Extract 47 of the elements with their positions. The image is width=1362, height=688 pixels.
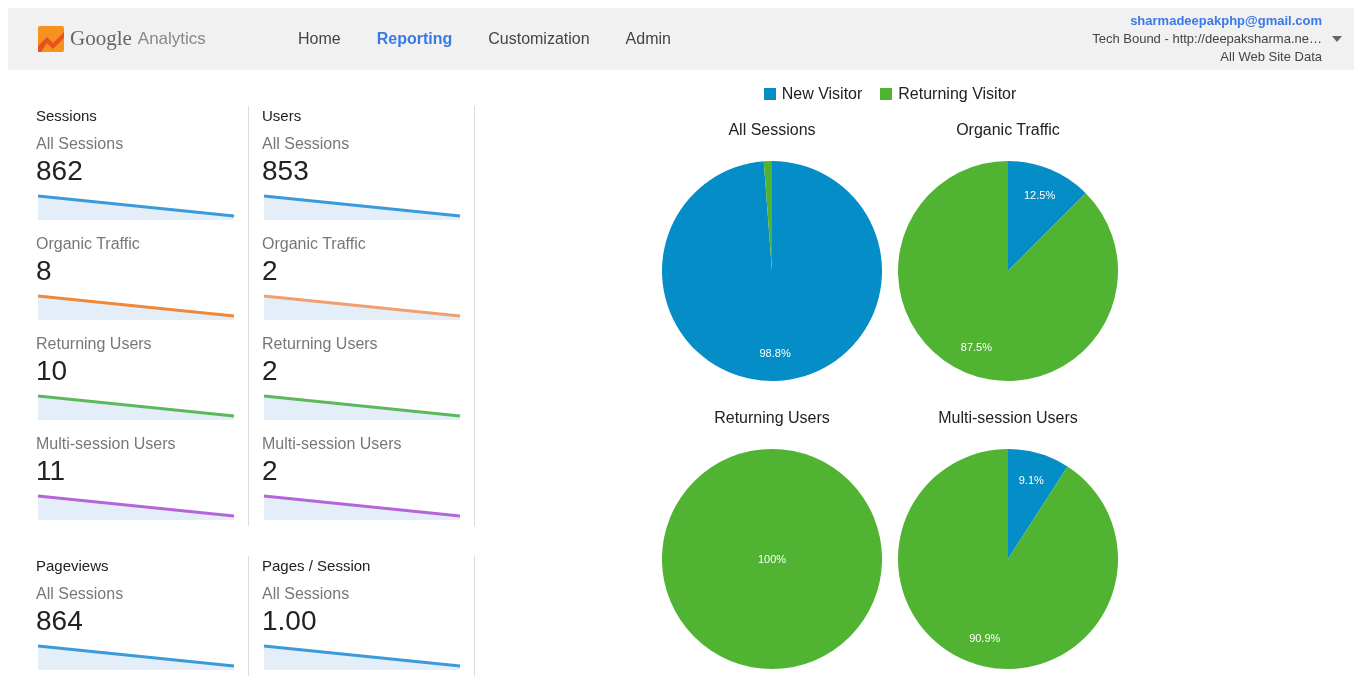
metric-value: 864 — [36, 604, 84, 638]
chart-title: Multi-session Users — [938, 408, 1078, 428]
metric-label: All Sessions — [36, 584, 125, 604]
metric-value: 2 — [262, 354, 279, 388]
property-name: Tech Bound - http://deepaksharma.ne… — [1092, 30, 1322, 48]
legend-label: Returning Visitor — [898, 84, 1017, 104]
metric-label: All Sessions — [262, 584, 351, 604]
metric-value: 862 — [36, 154, 84, 188]
slice-label: 9.1% — [1018, 473, 1044, 486]
metric-value: 2 — [262, 254, 279, 288]
nav-tab[interactable]: Home — [298, 27, 341, 51]
slice-label: 100% — [757, 553, 787, 565]
metric-label: All Sessions — [36, 134, 125, 154]
panel-title: Pageviews — [36, 556, 110, 576]
nav-tab[interactable]: Customization — [488, 27, 590, 51]
logo-icon — [38, 26, 64, 52]
chart-title: Organic Traffic — [956, 120, 1060, 140]
metric-value: 11 — [36, 454, 67, 488]
metric-label: Organic Traffic — [36, 234, 141, 254]
slice-label: 87.5% — [960, 341, 993, 354]
slice-label: 12.5% — [1023, 188, 1056, 201]
panel-title: Pages / Session — [262, 556, 372, 576]
metric-label: Returning Users — [262, 334, 379, 354]
metric-value: 853 — [262, 154, 310, 188]
metric-value: 2 — [262, 454, 279, 488]
legend-label: New Visitor — [781, 84, 863, 104]
metric-label: Multi-session Users — [36, 434, 177, 454]
metric-label: Returning Users — [36, 334, 153, 354]
logo-text: Google — [70, 25, 132, 53]
metric-label: Multi-session Users — [262, 434, 403, 454]
dropdown-caret-icon[interactable] — [1332, 36, 1342, 42]
metric-value: 1.00 — [262, 604, 318, 638]
chart-title: All Sessions — [728, 120, 816, 140]
product-name: Analytics — [137, 28, 206, 51]
slice-label: 98.8% — [759, 347, 791, 360]
account-email[interactable]: sharmadeepakphp@gmail.com — [1130, 12, 1322, 30]
view-name: All Web Site Data — [1220, 48, 1322, 66]
panel-title: Users — [262, 106, 303, 126]
metric-label: All Sessions — [262, 134, 351, 154]
chart-title: Returning Users — [714, 408, 830, 428]
metric-value: 8 — [36, 254, 53, 288]
metric-label: Organic Traffic — [262, 234, 367, 254]
panel-title: Sessions — [36, 106, 98, 126]
nav-tab[interactable]: Reporting — [376, 27, 453, 51]
slice-label: 90.9% — [969, 632, 1001, 645]
metric-value: 10 — [36, 354, 69, 388]
nav-tab[interactable]: Admin — [625, 27, 671, 51]
